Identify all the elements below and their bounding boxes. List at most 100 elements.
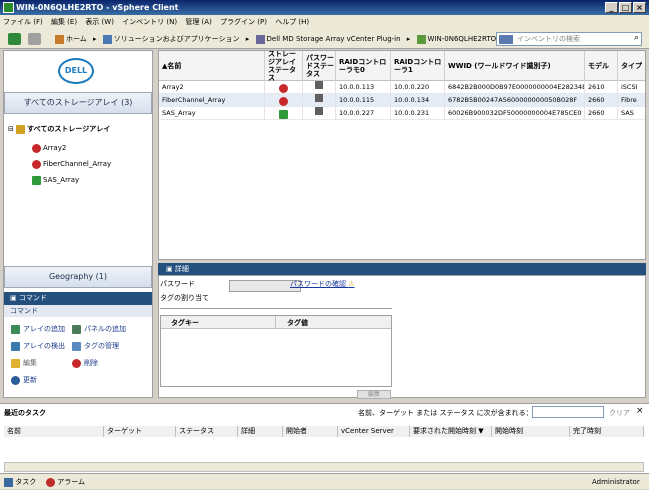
all-arrays-header[interactable]: すべてのストレージアレイ (3): [4, 92, 152, 114]
col-task-detail[interactable]: 詳細: [238, 426, 283, 437]
col-task-initiator[interactable]: 開始者: [283, 426, 338, 437]
col-model[interactable]: モデル: [585, 51, 618, 81]
col-task-name[interactable]: 名前: [4, 426, 104, 437]
server-icon: [416, 34, 426, 44]
delete-icon: [72, 358, 81, 368]
edit-tags-button[interactable]: 編集: [357, 390, 391, 399]
col-task-status[interactable]: ステータス: [176, 426, 238, 437]
pencil-icon: [11, 358, 20, 368]
table-row[interactable]: FiberChannel_Array 10.0.0.115 10.0.0.134…: [159, 94, 645, 107]
menu-admin[interactable]: 管理 (A): [182, 18, 214, 26]
col-task-start[interactable]: 開始時刻: [492, 426, 570, 437]
menu-edit[interactable]: 編集 (E): [48, 18, 80, 26]
col-raid-ctrl-0[interactable]: RAIDコントローラモ0: [336, 51, 391, 81]
search-scope-icon[interactable]: [499, 35, 513, 44]
cell-name: FiberChannel_Array: [159, 94, 265, 107]
error-icon: [279, 83, 288, 93]
sort-desc-icon: ▼: [478, 427, 484, 435]
col-array-status[interactable]: ストレージアレイステータス: [265, 51, 303, 81]
cell-type: SAS: [618, 107, 645, 120]
tree-item-fiberchannel[interactable]: FiberChannel_Array: [32, 159, 111, 170]
menu-view[interactable]: 表示 (W): [82, 18, 117, 26]
collapse-icon: ▣: [166, 265, 175, 273]
edit-command[interactable]: 編集: [11, 358, 37, 368]
col-raid-ctrl-1[interactable]: RAIDコントローラ1: [391, 51, 445, 81]
col-password-status[interactable]: パスワードステータス: [303, 51, 336, 81]
command-header[interactable]: ▣ コマンド: [4, 292, 152, 305]
col-task-requested[interactable]: 要求された開始時刻 ▼: [410, 426, 492, 437]
search-input[interactable]: インベントリの検索: [517, 34, 580, 44]
close-tasks-icon[interactable]: ×: [636, 406, 644, 416]
cell-array-status: [265, 94, 303, 107]
tasks-tab[interactable]: タスク: [4, 474, 36, 490]
refresh-command[interactable]: 更新: [11, 375, 37, 385]
minimize-button[interactable]: _: [605, 2, 618, 13]
ok-icon: [279, 109, 288, 119]
col-task-target[interactable]: ターゲット: [104, 426, 176, 437]
clear-button[interactable]: クリア: [609, 408, 630, 418]
password-confirm-link[interactable]: パスワードの確認 ⚠: [290, 279, 355, 289]
cell-password-status: [303, 81, 336, 94]
detect-array-icon: [11, 341, 20, 351]
table-row[interactable]: Array2 10.0.0.113 10.0.0.220 6842B2B000D…: [159, 81, 645, 94]
menu-inventory[interactable]: インベントリ (N): [119, 18, 180, 26]
menu-plugins[interactable]: プラグイン (P): [217, 18, 270, 26]
maximize-button[interactable]: □: [619, 2, 632, 13]
breadcrumb-home[interactable]: ホーム: [55, 34, 87, 44]
table-row[interactable]: SAS_Array 10.0.0.227 10.0.0.231 60026B90…: [159, 107, 645, 120]
search-icon[interactable]: ⌕: [634, 33, 639, 43]
manage-tags-command[interactable]: タグの管理: [72, 341, 119, 351]
dell-logo: DELL: [58, 58, 94, 84]
cell-wwid: 6782B5B00247A5600000000050B028F: [445, 94, 585, 107]
tree-root[interactable]: ⊟ すべてのストレージアレイ: [8, 124, 110, 135]
cell-array-status: [265, 107, 303, 120]
tree-item-sas[interactable]: SAS_Array: [32, 175, 79, 186]
error-icon: [279, 96, 288, 106]
title-bar: WIN-0N6QLHE2RTO - vSphere Client _ □ ×: [0, 0, 649, 15]
forward-icon[interactable]: [28, 33, 41, 45]
delete-command[interactable]: 削除: [72, 358, 98, 368]
cell-raid-1: 10.0.0.220: [391, 81, 445, 94]
close-button[interactable]: ×: [633, 2, 646, 13]
cell-model: 2660: [585, 107, 618, 120]
horizontal-scrollbar[interactable]: [4, 462, 644, 472]
breadcrumb-server[interactable]: WIN-0N6QLHE2RTO: [416, 34, 496, 44]
task-filter-input[interactable]: [532, 406, 604, 418]
breadcrumb-solutions[interactable]: ソリューションおよびアプリケーション: [102, 34, 240, 44]
search-box[interactable]: インベントリの検索 ⌕: [496, 32, 642, 46]
tree-item-array2[interactable]: Array2: [32, 143, 66, 154]
col-tag-key[interactable]: タグキー: [171, 318, 199, 328]
ok-icon: [32, 175, 41, 185]
cell-password-status: [303, 94, 336, 107]
add-array-command[interactable]: アレイの追加: [11, 324, 65, 334]
tree-root-label: すべてのストレージアレイ: [27, 125, 111, 133]
app-icon: [3, 2, 14, 13]
detect-array-command[interactable]: アレイの検出: [11, 341, 65, 351]
collapse-icon[interactable]: ⊟: [8, 125, 14, 133]
add-panel-command[interactable]: パネルの追加: [72, 324, 126, 334]
cell-raid-0: 10.0.0.113: [336, 81, 391, 94]
col-task-complete[interactable]: 完了時刻: [570, 426, 644, 437]
col-wwid[interactable]: WWID (ワールドワイド識別子): [445, 51, 585, 81]
storage-group-icon: [16, 124, 26, 134]
geography-header[interactable]: Geography (1): [4, 266, 152, 288]
col-name[interactable]: ▲ 名前: [159, 51, 265, 81]
recent-tasks-title: 最近のタスク: [4, 409, 46, 417]
plugin-icon: [255, 34, 265, 44]
menu-file[interactable]: ファイル (F): [0, 18, 46, 26]
breadcrumb-plugin[interactable]: Dell MD Storage Array vCenter Plug-in: [255, 34, 401, 44]
menu-help[interactable]: ヘルプ (H): [272, 18, 312, 26]
col-tag-value[interactable]: タグ値: [287, 318, 308, 328]
cell-name: SAS_Array: [159, 107, 265, 120]
alarms-tab[interactable]: アラーム: [46, 474, 85, 490]
tree-item-label: Array2: [43, 144, 67, 152]
col-task-vcenter[interactable]: vCenter Server: [338, 426, 410, 437]
col-type[interactable]: タイプ: [618, 51, 645, 81]
navigation-bar: ホーム ▸ ソリューションおよびアプリケーション ▸ Dell MD Stora…: [0, 29, 649, 49]
back-icon[interactable]: [8, 33, 21, 45]
status-bar: タスク アラーム Administrator: [0, 473, 649, 489]
password-icon: [315, 107, 323, 115]
cell-type: iSCSI: [618, 81, 645, 94]
tasks-icon: [4, 477, 13, 487]
detail-header[interactable]: ▣ 詳細: [158, 263, 646, 275]
